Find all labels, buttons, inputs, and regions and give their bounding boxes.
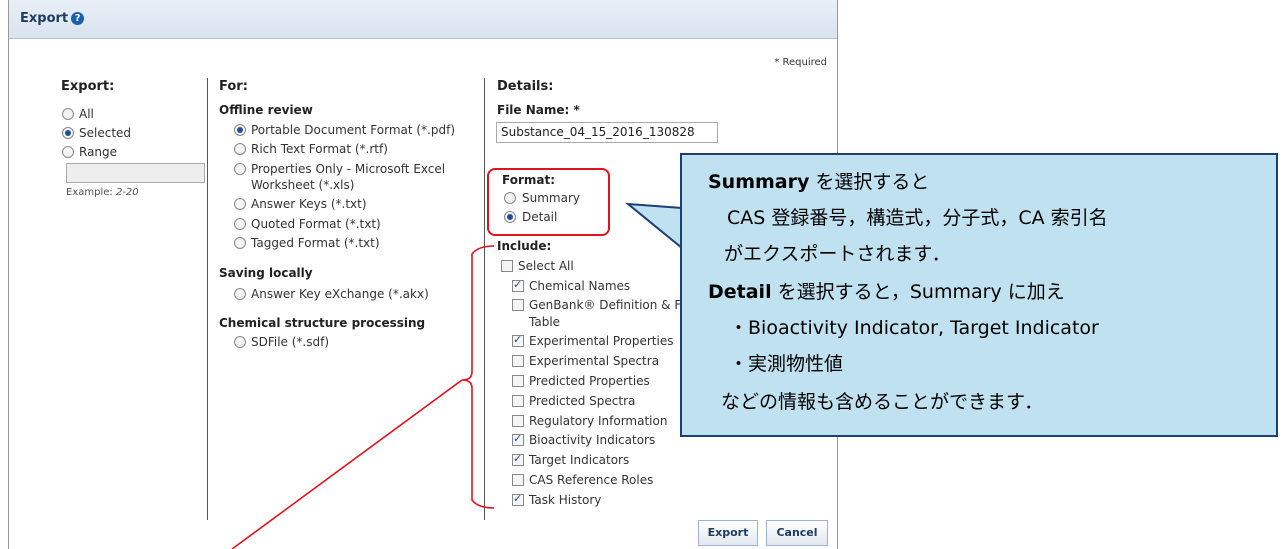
callout-tail [624,202,683,251]
callout-line-4: Detail を選択すると，Summary に加え [708,281,1065,303]
callout-tail-join [682,206,686,246]
annotation-pointer-line [231,379,463,549]
include-bracket [461,245,495,509]
callout-line-3: がエクスポートされます． [724,243,951,265]
callout-line-5: ・Bioactivity Indicator, Target Indicator [729,317,1099,339]
format-highlight-box [487,168,610,236]
callout-line-1: Summary を選択すると [708,171,930,193]
callout-line-7: などの情報も含めることができます． [721,391,1044,413]
callout-line-2: CAS 登録番号，構造式，分子式，CA 索引名 [727,207,1108,229]
callout-line-6: ・実測物性値 [729,353,844,375]
